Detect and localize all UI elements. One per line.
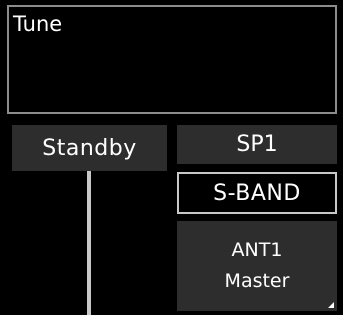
pulse-length-sp1-button[interactable]: SP1 <box>177 125 337 164</box>
antenna-mode-label: Master <box>224 270 290 292</box>
band-s-band-button[interactable]: S-BAND <box>177 172 337 214</box>
tune-panel[interactable]: Tune <box>7 5 337 114</box>
band-label: S-BAND <box>213 180 301 206</box>
antenna-label: ANT1 <box>231 239 283 261</box>
standby-label: Standby <box>42 135 137 161</box>
sp1-label: SP1 <box>236 132 278 157</box>
standby-button[interactable]: Standby <box>12 125 167 171</box>
standby-indicator-line <box>87 171 91 315</box>
antenna-master-button[interactable]: ANT1 Master <box>177 221 337 311</box>
tune-label: Tune <box>13 12 63 36</box>
dropdown-corner-icon <box>328 302 334 308</box>
